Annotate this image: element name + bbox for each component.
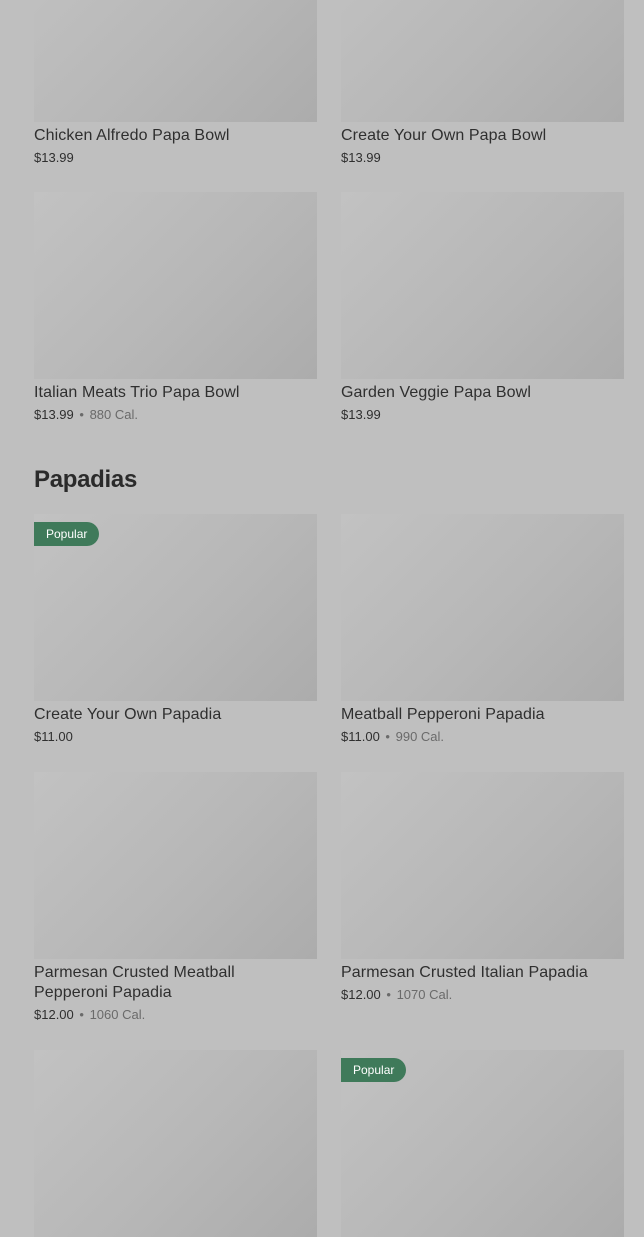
item-image[interactable] bbox=[341, 772, 624, 959]
item-price: $11.00 bbox=[34, 729, 73, 744]
item-image[interactable] bbox=[34, 772, 317, 959]
popular-badge: Popular bbox=[341, 1058, 407, 1082]
menu-card-bottom-left[interactable] bbox=[34, 1050, 317, 1237]
item-name: Parmesan Crusted Meatball Pepperoni Papa… bbox=[34, 963, 317, 1003]
item-image[interactable] bbox=[341, 0, 624, 122]
item-image[interactable] bbox=[34, 192, 317, 379]
menu-card-italian-meats-bowl[interactable]: Italian Meats Trio Papa Bowl $13.99 • 88… bbox=[34, 192, 317, 424]
item-image[interactable] bbox=[34, 1050, 317, 1237]
menu-card-meatball-pepperoni-papadia[interactable]: Meatball Pepperoni Papadia $11.00 • 990 … bbox=[341, 514, 624, 746]
meta-separator: • bbox=[386, 987, 391, 1002]
item-name-line-1: Parmesan Crusted Meatball bbox=[34, 964, 235, 981]
item-meta: $13.99 bbox=[341, 149, 624, 167]
item-image[interactable]: Popular bbox=[341, 1050, 624, 1237]
item-meta: $13.99 • 880 Cal. bbox=[34, 406, 317, 424]
menu-card-garden-veggie-bowl[interactable]: Garden Veggie Papa Bowl $13.99 bbox=[341, 192, 624, 424]
meta-separator: • bbox=[79, 1007, 84, 1022]
item-image[interactable] bbox=[341, 192, 624, 379]
item-name: Parmesan Crusted Italian Papadia bbox=[341, 964, 588, 981]
meta-separator: • bbox=[385, 729, 390, 744]
item-meta: $11.00 bbox=[34, 728, 317, 746]
menu-card-bottom-right[interactable]: Popular bbox=[341, 1050, 624, 1237]
item-price: $13.99 bbox=[34, 150, 74, 165]
item-meta: $13.99 bbox=[341, 406, 624, 424]
item-price: $13.99 bbox=[341, 407, 381, 422]
item-meta: $13.99 bbox=[34, 149, 317, 167]
item-calories: 1060 Cal. bbox=[89, 1007, 146, 1022]
section-title-papadias: Papadias bbox=[34, 466, 137, 493]
item-name: Chicken Alfredo Papa Bowl bbox=[34, 127, 230, 144]
item-name: Create Your Own Papa Bowl bbox=[341, 127, 547, 144]
menu-card-create-own-bowl[interactable]: Create Your Own Papa Bowl $13.99 bbox=[341, 0, 624, 167]
item-image[interactable]: Popular bbox=[34, 514, 317, 701]
meta-separator: • bbox=[79, 407, 84, 422]
item-calories: 880 Cal. bbox=[89, 407, 138, 422]
item-meta: $12.00 • 1070 Cal. bbox=[341, 986, 624, 1004]
item-price: $13.99 bbox=[341, 150, 381, 165]
item-name: Garden Veggie Papa Bowl bbox=[341, 384, 531, 401]
menu-card-chicken-alfredo-bowl[interactable]: Chicken Alfredo Papa Bowl $13.99 bbox=[34, 0, 317, 167]
menu-card-create-own-papadia[interactable]: Popular Create Your Own Papadia $11.00 bbox=[34, 514, 317, 746]
item-calories: 1070 Cal. bbox=[396, 987, 453, 1002]
item-calories: 990 Cal. bbox=[395, 729, 445, 744]
item-meta: $12.00 • 1060 Cal. bbox=[34, 1006, 317, 1024]
item-name: Meatball Pepperoni Papadia bbox=[341, 706, 545, 723]
item-price: $12.00 bbox=[341, 987, 381, 1002]
menu-card-parmesan-italian-papadia[interactable]: Parmesan Crusted Italian Papadia $12.00 … bbox=[341, 772, 624, 1004]
item-name-line-2: Pepperoni Papadia bbox=[34, 984, 172, 1001]
item-meta: $11.00 • 990 Cal. bbox=[341, 728, 624, 746]
item-price: $12.00 bbox=[34, 1007, 74, 1022]
item-name: Create Your Own Papadia bbox=[34, 706, 222, 723]
item-price: $13.99 bbox=[34, 407, 74, 422]
popular-badge: Popular bbox=[34, 522, 100, 546]
item-name: Italian Meats Trio Papa Bowl bbox=[34, 384, 240, 401]
menu-card-parmesan-meatball-papadia[interactable]: Parmesan Crusted Meatball Pepperoni Papa… bbox=[34, 772, 317, 1024]
item-price: $11.00 bbox=[341, 729, 380, 744]
item-image[interactable] bbox=[34, 0, 317, 122]
item-image[interactable] bbox=[341, 514, 624, 701]
